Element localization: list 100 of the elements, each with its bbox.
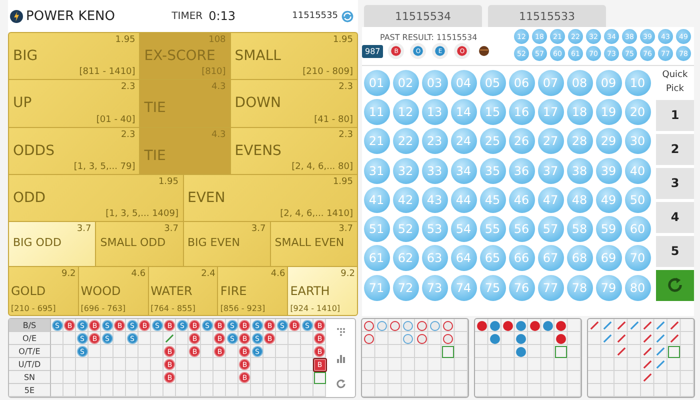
number-ball[interactable]: 49 <box>596 186 622 213</box>
bet-cell[interactable]: 3.7 SMALL ODD <box>96 222 182 266</box>
bet-cell[interactable]: 2.3 UP [01 - 40] <box>9 80 140 127</box>
number-ball[interactable]: 59 <box>596 216 622 242</box>
number-ball[interactable]: 08 <box>566 70 592 96</box>
refresh-icon[interactable] <box>336 379 346 389</box>
bet-cell[interactable]: 4.6 FIRE [856 - 923] <box>218 266 288 315</box>
number-ball[interactable]: 13 <box>422 98 448 125</box>
number-ball[interactable]: 80 <box>624 274 650 301</box>
number-ball[interactable]: 36 <box>508 158 534 184</box>
number-ball[interactable]: 39 <box>596 158 622 184</box>
number-ball[interactable]: 61 <box>364 245 390 272</box>
number-ball[interactable]: 76 <box>508 274 534 301</box>
bet-cell[interactable]: 1.95 BIG [811 - 1410] <box>9 33 140 80</box>
number-ball[interactable]: 24 <box>450 128 476 154</box>
number-ball[interactable]: 79 <box>596 274 622 301</box>
number-ball[interactable]: 25 <box>480 128 506 154</box>
number-ball[interactable]: 40 <box>624 158 650 184</box>
road-row-label[interactable]: O/T/E <box>9 345 51 358</box>
number-ball[interactable]: 67 <box>538 245 564 272</box>
number-ball[interactable]: 52 <box>392 216 418 242</box>
number-ball[interactable]: 41 <box>364 186 390 213</box>
number-ball[interactable]: 44 <box>450 186 476 213</box>
number-ball[interactable]: 14 <box>450 98 476 125</box>
number-ball[interactable]: 53 <box>422 216 448 242</box>
number-ball[interactable]: 04 <box>450 70 476 96</box>
number-ball[interactable]: 18 <box>566 98 592 125</box>
number-ball[interactable]: 62 <box>392 245 418 272</box>
road-row-label[interactable]: U/T/D <box>9 358 51 371</box>
number-ball[interactable]: 01 <box>364 70 390 96</box>
bet-cell[interactable]: 9.2 EARTH [924 - 1410] <box>288 266 357 315</box>
number-ball[interactable]: 47 <box>538 186 564 213</box>
bar-chart-icon[interactable] <box>336 353 346 363</box>
number-ball[interactable]: 28 <box>566 128 592 154</box>
number-ball[interactable]: 65 <box>480 245 506 272</box>
number-ball[interactable]: 09 <box>596 70 622 96</box>
number-ball[interactable]: 78 <box>566 274 592 301</box>
number-ball[interactable]: 72 <box>392 274 418 301</box>
number-ball[interactable]: 55 <box>480 216 506 242</box>
number-ball[interactable]: 11 <box>364 98 390 125</box>
number-ball[interactable]: 57 <box>538 216 564 242</box>
number-ball[interactable]: 60 <box>624 216 650 242</box>
number-ball[interactable]: 66 <box>508 245 534 272</box>
draw-tab[interactable]: 11515534 <box>364 5 482 27</box>
number-ball[interactable]: 27 <box>538 128 564 154</box>
dots-icon[interactable] <box>336 327 346 337</box>
number-ball[interactable]: 75 <box>480 274 506 301</box>
number-ball[interactable]: 46 <box>508 186 534 213</box>
draw-tab[interactable]: 11515533 <box>488 5 606 27</box>
number-ball[interactable]: 02 <box>392 70 418 96</box>
number-ball[interactable]: 51 <box>364 216 390 242</box>
number-ball[interactable]: 37 <box>538 158 564 184</box>
number-ball[interactable]: 12 <box>392 98 418 125</box>
reset-button[interactable] <box>656 270 694 301</box>
number-ball[interactable]: 70 <box>624 245 650 272</box>
number-ball[interactable]: 48 <box>566 186 592 213</box>
number-ball[interactable]: 35 <box>480 158 506 184</box>
road-row-label[interactable]: O/E <box>9 332 51 345</box>
number-ball[interactable]: 71 <box>364 274 390 301</box>
number-ball[interactable]: 42 <box>392 186 418 213</box>
number-ball[interactable]: 20 <box>624 98 650 125</box>
number-ball[interactable]: 50 <box>624 186 650 213</box>
number-ball[interactable]: 17 <box>538 98 564 125</box>
number-ball[interactable]: 33 <box>422 158 448 184</box>
number-ball[interactable]: 10 <box>624 70 650 96</box>
road-row-label[interactable]: B/S <box>9 319 51 332</box>
quick-pick-button[interactable]: 4 <box>656 202 694 233</box>
bet-cell[interactable]: 1.95 SMALL [210 - 809] <box>230 33 357 80</box>
number-ball[interactable]: 03 <box>422 70 448 96</box>
quick-pick-button[interactable]: 5 <box>656 236 694 267</box>
bet-cell[interactable]: 2.3 DOWN [41 - 80] <box>230 80 357 127</box>
quick-pick-button[interactable]: 3 <box>656 168 694 199</box>
number-ball[interactable]: 07 <box>538 70 564 96</box>
number-ball[interactable]: 56 <box>508 216 534 242</box>
number-ball[interactable]: 22 <box>392 128 418 154</box>
number-ball[interactable]: 58 <box>566 216 592 242</box>
number-ball[interactable]: 26 <box>508 128 534 154</box>
bet-cell[interactable]: 2.3 ODDS [1, 3, 5,... 79] <box>9 128 140 174</box>
number-ball[interactable]: 68 <box>566 245 592 272</box>
bet-cell[interactable]: 9.2 GOLD [210 - 695] <box>9 266 78 315</box>
number-ball[interactable]: 23 <box>422 128 448 154</box>
number-ball[interactable]: 21 <box>364 128 390 154</box>
bet-cell[interactable]: 2.3 EVENS [2, 4, 6,... 80] <box>230 128 357 174</box>
number-ball[interactable]: 63 <box>422 245 448 272</box>
number-ball[interactable]: 64 <box>450 245 476 272</box>
number-ball[interactable]: 74 <box>450 274 476 301</box>
number-ball[interactable]: 29 <box>596 128 622 154</box>
bet-cell[interactable]: 1.95 EVEN [2, 4, 6,... 1410] <box>184 174 357 222</box>
number-ball[interactable]: 34 <box>450 158 476 184</box>
number-ball[interactable]: 16 <box>508 98 534 125</box>
bet-cell[interactable]: 2.4 WATER [764 - 855] <box>148 266 218 315</box>
number-ball[interactable]: 31 <box>364 158 390 184</box>
road-row-label[interactable]: SN <box>9 371 51 384</box>
number-ball[interactable]: 73 <box>422 274 448 301</box>
bet-cell[interactable]: 1.95 ODD [1, 3, 5,... 1409] <box>9 174 182 222</box>
road-row-label[interactable]: 5E <box>9 384 51 397</box>
number-ball[interactable]: 43 <box>422 186 448 213</box>
number-ball[interactable]: 77 <box>538 274 564 301</box>
number-ball[interactable]: 05 <box>480 70 506 96</box>
number-ball[interactable]: 45 <box>480 186 506 213</box>
